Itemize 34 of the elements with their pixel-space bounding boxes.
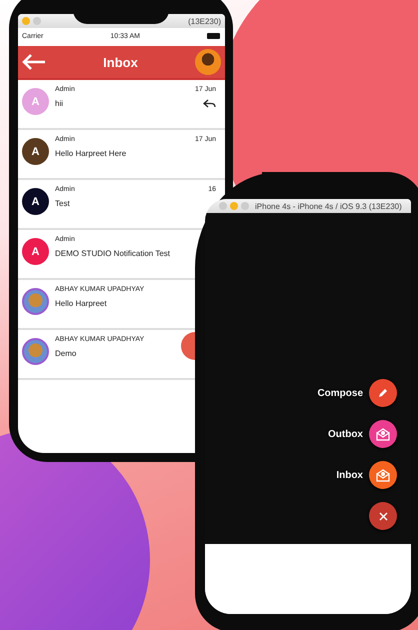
envelope-icon: [376, 468, 390, 482]
photo-placeholder: [194, 49, 221, 75]
close-icon: [378, 512, 388, 520]
battery-icon: [207, 33, 221, 39]
message-preview: Hello Harpreet Here: [55, 149, 128, 158]
message-preview: DEMO STUDIO Notification Test: [55, 249, 171, 258]
envelope-icon: [376, 427, 390, 441]
window-control-dot[interactable]: [22, 17, 30, 25]
window-control-dot[interactable]: [241, 202, 249, 210]
back-button[interactable]: [22, 54, 46, 70]
outbox-button[interactable]: [369, 420, 397, 448]
photo-placeholder: [22, 338, 49, 365]
fab-label: Inbox: [336, 470, 363, 480]
compose-button[interactable]: [369, 379, 397, 407]
window-control-dot[interactable]: [33, 17, 41, 25]
pencil-icon: [378, 388, 388, 398]
simulator-title: (13E230): [188, 16, 221, 26]
fab-label: Outbox: [328, 428, 363, 440]
fab-label: Compose: [317, 388, 363, 398]
avatar-letter: A: [22, 138, 49, 165]
avatar-letter: A: [22, 238, 49, 265]
avatar-letter: A: [22, 88, 49, 115]
inbox-button[interactable]: [369, 461, 397, 489]
message-preview: hii: [55, 99, 64, 108]
window-control-dot[interactable]: [219, 202, 227, 210]
photo-placeholder: [22, 288, 49, 315]
message-preview: Demo: [55, 349, 78, 358]
message-preview: Hello Harpreet: [55, 299, 108, 308]
header-title: Inbox: [103, 54, 138, 70]
avatar-letter: A: [22, 188, 49, 215]
message-preview: Test: [55, 199, 71, 208]
close-button[interactable]: [369, 502, 397, 530]
window-control-dot[interactable]: [230, 202, 238, 210]
simulator-title: iPhone 4s - iPhone 4s / iOS 9.3 (13E230): [255, 202, 402, 210]
